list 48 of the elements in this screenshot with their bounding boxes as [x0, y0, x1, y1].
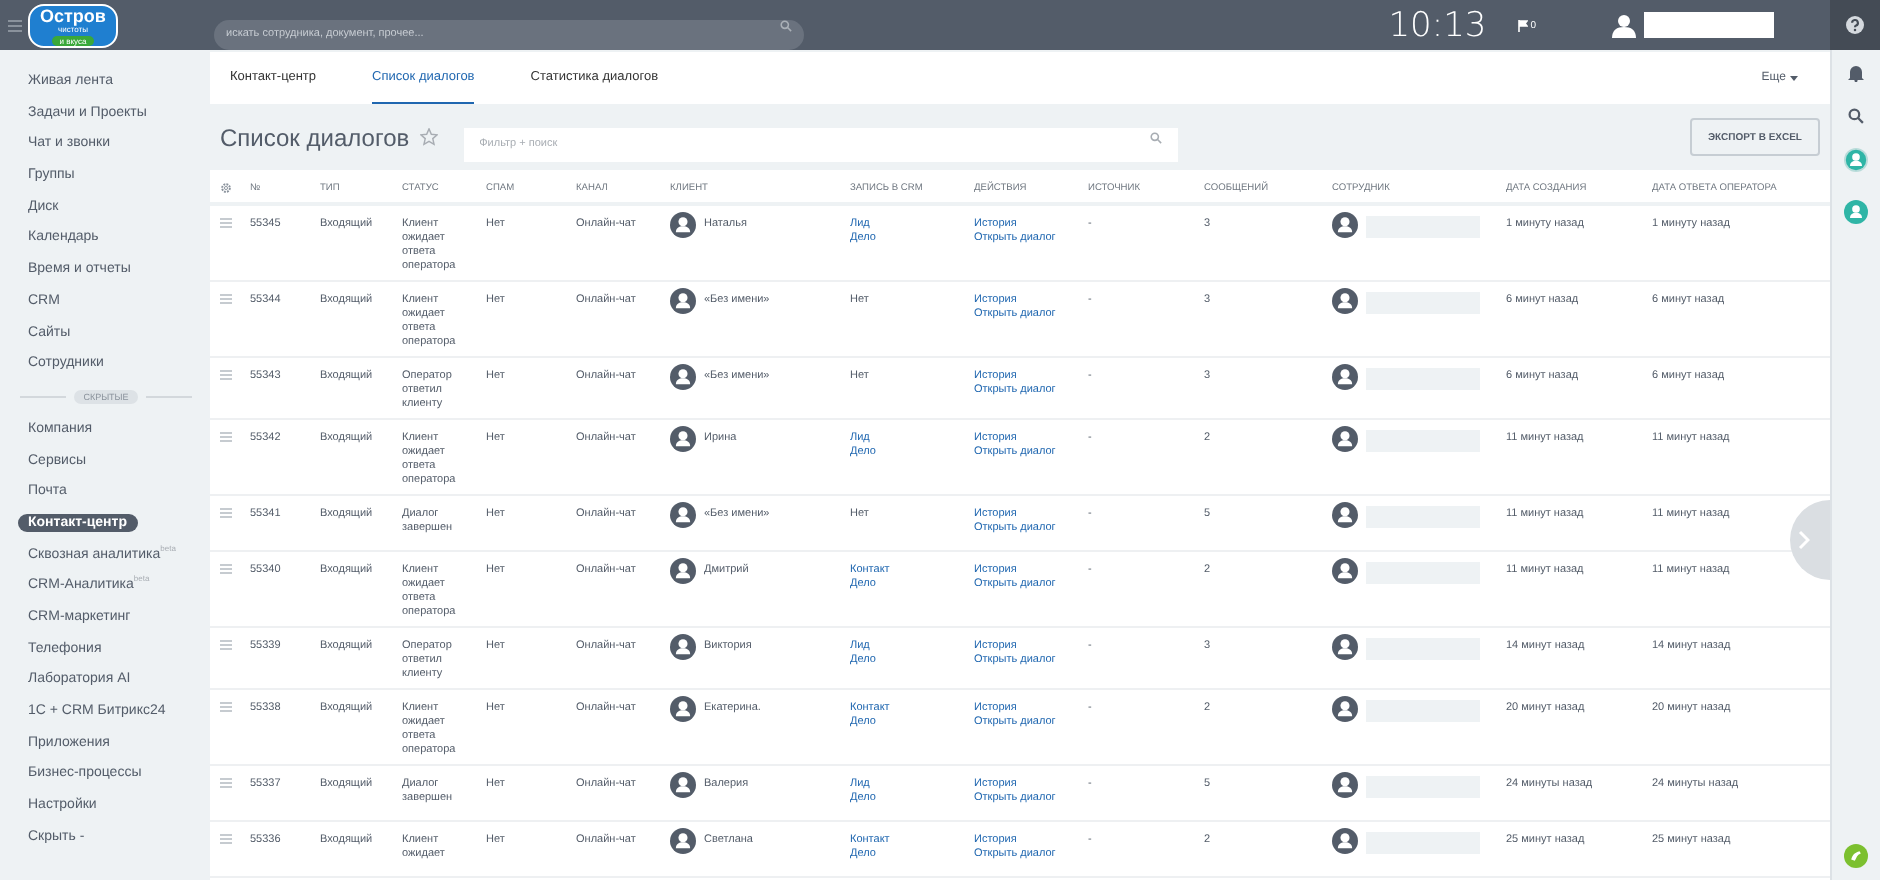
redacted-name-block — [1644, 12, 1774, 38]
row-menu-icon[interactable] — [220, 370, 232, 380]
phone-icon[interactable] — [1844, 844, 1868, 868]
row-menu-icon[interactable] — [220, 778, 232, 788]
page-title: Список диалогов — [220, 123, 410, 151]
row-menu-icon[interactable] — [220, 294, 232, 304]
avatar-icon — [670, 828, 696, 854]
star-icon[interactable] — [419, 128, 438, 146]
caret-icon — [1790, 75, 1798, 81]
row-menu-icon[interactable] — [220, 564, 232, 574]
avatar-icon — [1332, 288, 1358, 314]
avatar-icon — [670, 634, 696, 660]
clock: 10:13 — [1388, 5, 1487, 45]
avatar-icon — [670, 364, 696, 390]
avatar-icon — [1332, 828, 1358, 854]
user-icon[interactable] — [1612, 13, 1636, 37]
row-menu-icon[interactable] — [220, 432, 232, 442]
search-icon[interactable] — [780, 19, 792, 31]
flag-icon[interactable] — [1518, 19, 1529, 31]
avatar-icon — [670, 502, 696, 528]
menu-icon[interactable] — [8, 19, 22, 31]
avatar-icon — [670, 696, 696, 722]
avatar-icon — [1332, 558, 1358, 584]
avatar-icon — [1332, 772, 1358, 798]
row-menu-icon[interactable] — [220, 640, 232, 650]
search-icon[interactable] — [1848, 108, 1864, 124]
settings-icon[interactable] — [220, 182, 232, 194]
avatar-icon — [1332, 364, 1358, 390]
avatar-icon — [670, 426, 696, 452]
row-menu-icon[interactable] — [220, 834, 232, 844]
chevron-right-icon — [1798, 530, 1810, 550]
avatar-icon — [1332, 502, 1358, 528]
avatar-icon — [1332, 426, 1358, 452]
avatar-icon — [670, 772, 696, 798]
avatar-icon — [670, 212, 696, 238]
avatar-icon — [1332, 212, 1358, 238]
bell-icon[interactable] — [1848, 64, 1864, 82]
avatar-icon — [670, 288, 696, 314]
avatar-icon[interactable] — [1844, 148, 1868, 172]
help-icon[interactable] — [1846, 16, 1864, 34]
row-menu-icon[interactable] — [220, 218, 232, 228]
avatar-icon[interactable] — [1844, 200, 1868, 224]
avatar-icon — [1332, 696, 1358, 722]
avatar-icon — [670, 558, 696, 584]
row-menu-icon[interactable] — [220, 508, 232, 518]
logo-title: Остров — [40, 7, 106, 25]
row-menu-icon[interactable] — [220, 702, 232, 712]
avatar-icon — [1332, 634, 1358, 660]
